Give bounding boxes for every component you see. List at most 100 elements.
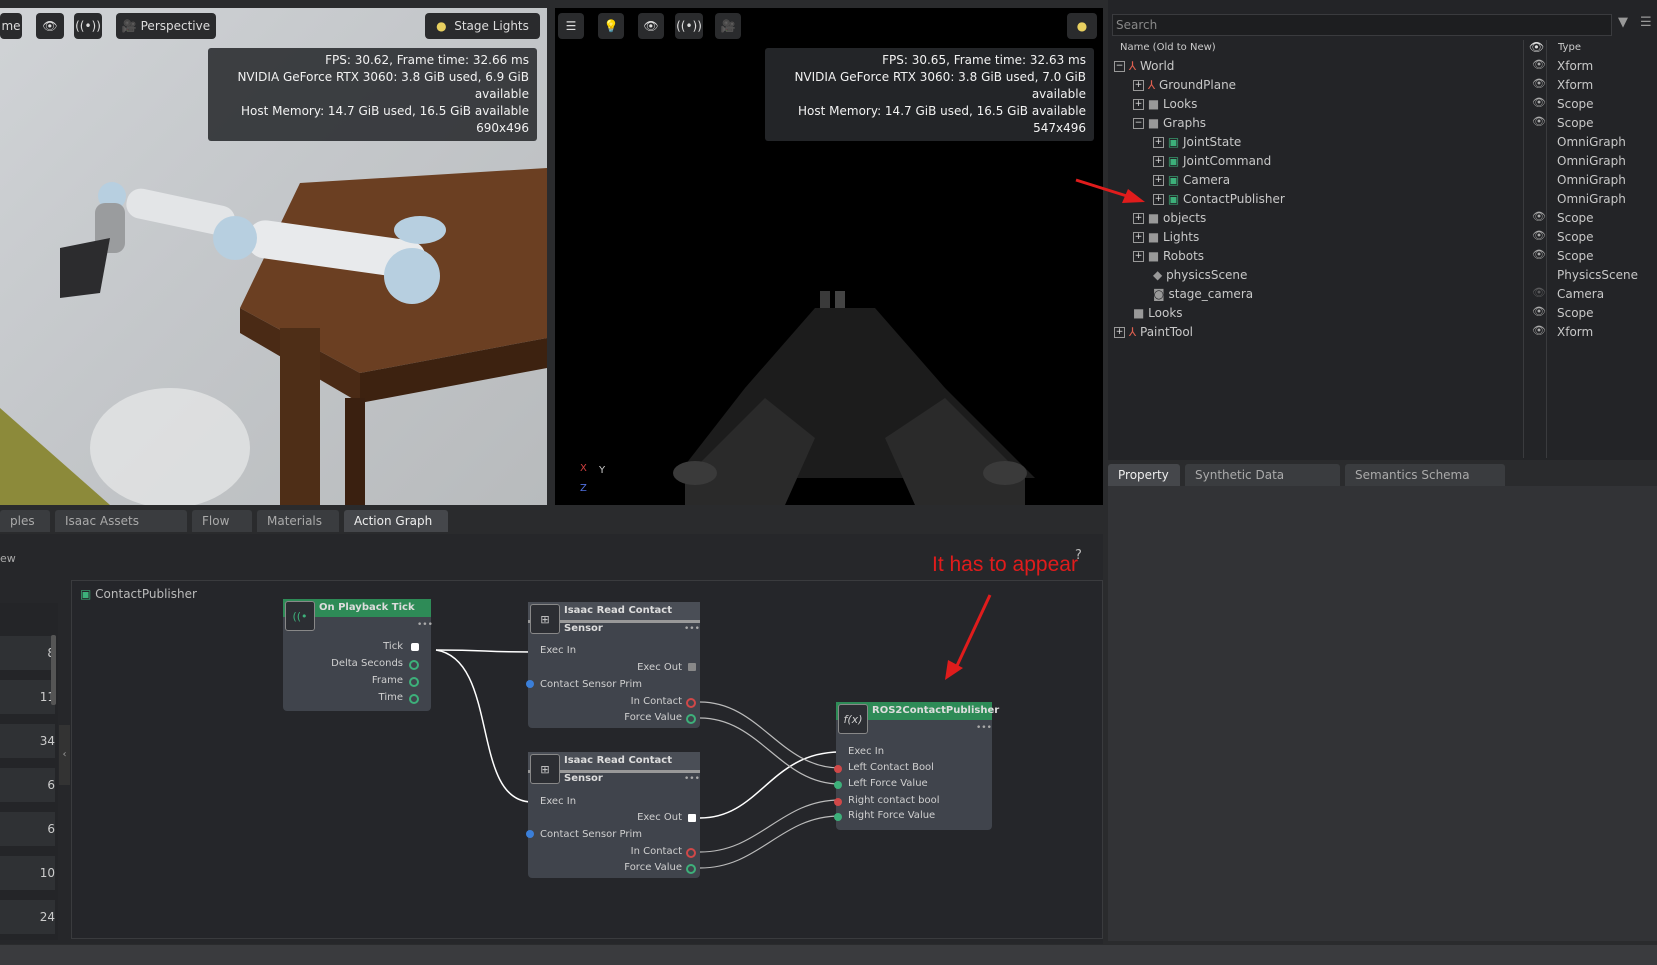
expand-icon[interactable]: + [1133,232,1144,243]
tree-row-stage-camera[interactable]: ◙ stage_camera [1153,284,1253,304]
node-menu-icon[interactable]: ••• [417,620,433,630]
collapse-icon[interactable]: − [1133,118,1144,129]
pin-input[interactable] [526,680,534,688]
prim-type: Scope [1557,306,1594,320]
visibility-eye-icon[interactable]: 👁 [1532,58,1546,71]
visibility-eye-icon[interactable]: 👁 [1532,210,1546,223]
prim-type: OmniGraph [1557,192,1626,206]
visibility-eye-icon[interactable]: 👁 [1532,248,1546,261]
pin-exec-out[interactable] [411,643,419,651]
function-icon: f(x) [838,704,868,734]
pin-output[interactable] [686,698,696,708]
property-content [1108,486,1657,941]
prim-name: objects [1163,211,1207,225]
visibility-eye-icon[interactable]: 👁 [1532,96,1546,109]
folder-icon: ■ [1147,211,1160,225]
pin-input[interactable] [834,813,842,821]
visibility-eye-icon[interactable]: 👁 [1532,229,1546,242]
sensor-icon: ⊞ [530,604,560,634]
tree-row-painttool[interactable]: + ⅄ PaintTool [1114,322,1193,342]
column-header-name[interactable]: Name (Old to New) [1120,42,1216,53]
annotation-arrow [1075,178,1145,203]
pin-output[interactable] [686,864,696,874]
prim-type: Scope [1557,116,1594,130]
tree-row-physicsscene[interactable]: ◆ physicsScene [1153,265,1247,285]
prim-type: OmniGraph [1557,173,1626,187]
search-input[interactable]: Search [1112,14,1612,36]
folder-icon: ■ [1133,306,1145,320]
pin-output[interactable] [409,677,419,687]
prim-type: Scope [1557,97,1594,111]
prim-type: Xform [1557,325,1594,339]
tree-row-contactpublisher[interactable]: + ▣ ContactPublisher [1153,189,1285,209]
port-delta-seconds: Delta Seconds [331,658,403,669]
prim-type: Scope [1557,230,1594,244]
pin-output[interactable] [686,848,696,858]
tree-row-world[interactable]: − ⅄ World [1114,56,1174,76]
pin-exec-out[interactable] [688,663,696,671]
status-bar [0,945,1657,965]
prim-name: Graphs [1163,116,1207,130]
options-icon[interactable]: ☰ [1640,15,1652,30]
expand-icon[interactable]: + [1133,99,1144,110]
pin-input[interactable] [834,765,842,773]
tree-row-graphs[interactable]: − ■ Graphs [1133,113,1206,133]
port-left-force-value: Left Force Value [848,778,928,789]
tree-row-jointstate[interactable]: + ▣ JointState [1153,132,1241,152]
pin-input[interactable] [834,781,842,789]
tree-row-looks-root[interactable]: ■ Looks [1133,303,1183,323]
pin-exec-out[interactable] [688,814,696,822]
column-header-type[interactable]: Type [1558,42,1581,53]
node-menu-icon[interactable]: ••• [684,624,700,634]
column-divider [1523,40,1524,458]
sensor-icon: ⊞ [530,754,560,784]
expand-icon[interactable]: + [1133,251,1144,262]
port-frame: Frame [371,675,403,686]
prim-name: Camera [1183,173,1231,187]
tab-synthetic-data-recorder[interactable]: Synthetic Data Recorder [1185,464,1340,504]
expand-icon[interactable]: + [1114,327,1125,338]
port-exec-out: Exec Out [637,662,682,673]
prim-type: OmniGraph [1557,135,1626,149]
tree-row-groundplane[interactable]: + ⅄ GroundPlane [1133,75,1236,95]
pin-output[interactable] [409,694,419,704]
expand-icon[interactable]: + [1133,80,1144,91]
omnigraph-icon: ▣ [1167,173,1180,187]
tree-row-camera[interactable]: + ▣ Camera [1153,170,1230,190]
pin-input[interactable] [526,830,534,838]
visibility-eye-icon[interactable]: 👁 [1532,115,1546,128]
folder-icon: ■ [1147,97,1160,111]
tab-property[interactable]: Property [1108,464,1180,486]
visibility-eye-icon[interactable]: 👁 [1532,77,1546,90]
pin-output[interactable] [686,714,696,724]
node-read-contact-sensor-2[interactable]: Isaac Read Contact Sensor ⊞ ••• Exec In … [526,752,700,878]
port-exec-out: Exec Out [637,812,682,823]
pin-input[interactable] [834,798,842,806]
camera-icon: ◙ [1153,287,1165,301]
collapse-icon[interactable]: − [1114,61,1125,72]
expand-icon[interactable]: + [1153,156,1164,167]
column-divider [1546,40,1547,458]
prim-type: OmniGraph [1557,154,1626,168]
node-menu-icon[interactable]: ••• [976,723,992,733]
tree-row-looks[interactable]: + ■ Looks [1133,94,1197,114]
expand-icon[interactable]: + [1133,213,1144,224]
hidden-eye-icon[interactable]: 👁 [1532,286,1546,299]
expand-icon[interactable]: + [1153,137,1164,148]
tree-row-jointcommand[interactable]: + ▣ JointCommand [1153,151,1271,171]
node-menu-icon[interactable]: ••• [684,774,700,784]
tab-semantics-schema-editor[interactable]: Semantics Schema Editor [1345,464,1505,504]
node-ros2-contact-publisher[interactable]: ROS2ContactPublisher f(x) ••• Exec In Le… [834,702,999,830]
filter-icon[interactable]: ▼ [1618,15,1628,30]
pin-output[interactable] [409,660,419,670]
port-in-contact: In Contact [630,696,682,707]
visibility-eye-icon[interactable]: 👁 [1532,324,1546,337]
port-exec-in: Exec In [848,746,885,757]
node-read-contact-sensor-1[interactable]: Isaac Read Contact Sensor ⊞ ••• Exec In … [526,602,700,728]
tree-row-lights[interactable]: + ■ Lights [1133,227,1199,247]
node-on-playback-tick[interactable]: On Playback Tick ((• ••• Tick Delta Seco… [283,599,433,711]
prim-name: JointCommand [1183,154,1272,168]
folder-icon: ■ [1147,230,1160,244]
tree-row-robots[interactable]: + ■ Robots [1133,246,1204,266]
visibility-eye-icon[interactable]: 👁 [1532,305,1546,318]
